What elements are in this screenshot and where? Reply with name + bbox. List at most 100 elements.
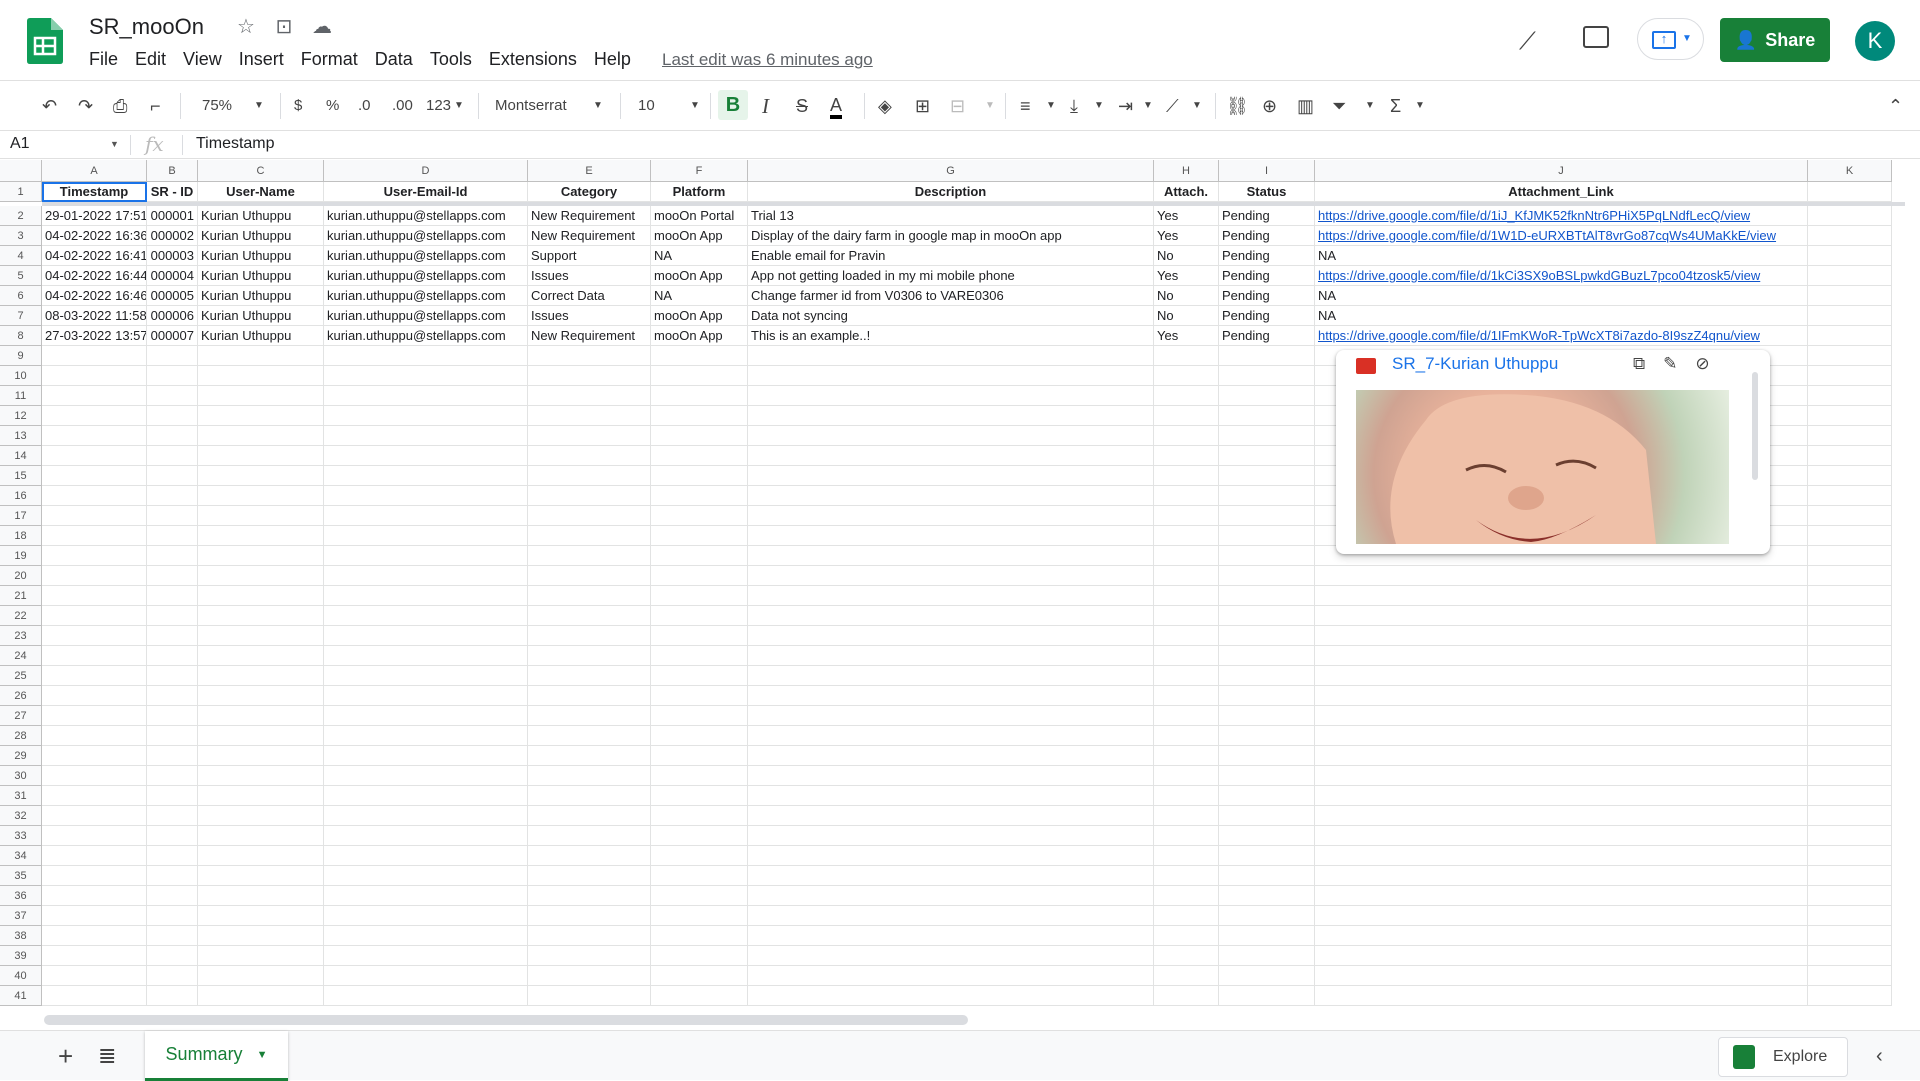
empty-cell[interactable]: [1808, 606, 1892, 626]
empty-cell[interactable]: [198, 666, 324, 686]
empty-cell[interactable]: [1808, 986, 1892, 1006]
empty-cell[interactable]: [198, 766, 324, 786]
empty-cell[interactable]: [1154, 886, 1219, 906]
empty-cell[interactable]: [324, 766, 528, 786]
empty-cell[interactable]: [42, 426, 147, 446]
empty-cell[interactable]: [324, 566, 528, 586]
empty-cell[interactable]: [198, 826, 324, 846]
row-header[interactable]: 15: [0, 466, 42, 486]
empty-cell[interactable]: [528, 606, 651, 626]
insert-chart-icon[interactable]: ▥: [1297, 95, 1314, 117]
empty-cell[interactable]: [147, 846, 198, 866]
merge-cells-icon[interactable]: ⊟: [950, 95, 965, 117]
empty-cell[interactable]: [1154, 506, 1219, 526]
empty-cell[interactable]: [147, 766, 198, 786]
empty-cell[interactable]: [748, 586, 1154, 606]
empty-cell[interactable]: [528, 906, 651, 926]
empty-cell[interactable]: [651, 506, 748, 526]
empty-cell[interactable]: [651, 666, 748, 686]
empty-cell[interactable]: [528, 466, 651, 486]
row-header[interactable]: 29: [0, 746, 42, 766]
empty-cell[interactable]: [198, 986, 324, 1006]
empty-cell[interactable]: [651, 906, 748, 926]
empty-cell[interactable]: [748, 546, 1154, 566]
empty-cell[interactable]: [1219, 646, 1315, 666]
empty-cell[interactable]: [147, 986, 198, 1006]
filter-dropdown-icon[interactable]: ▼: [1365, 95, 1375, 117]
table-cell[interactable]: kurian.uthuppu@stellapps.com: [324, 266, 528, 286]
empty-cell[interactable]: [1219, 346, 1315, 366]
present-dropdown-icon[interactable]: ▼: [1682, 33, 1692, 44]
empty-cell[interactable]: [147, 786, 198, 806]
empty-cell[interactable]: [528, 386, 651, 406]
row-header[interactable]: 26: [0, 686, 42, 706]
row-header[interactable]: 16: [0, 486, 42, 506]
row-header[interactable]: 13: [0, 426, 42, 446]
text-rotation-icon[interactable]: ⟋: [1166, 95, 1179, 117]
empty-cell[interactable]: [1219, 926, 1315, 946]
empty-cell[interactable]: [748, 806, 1154, 826]
empty-cell[interactable]: [198, 926, 324, 946]
row-header[interactable]: 8: [0, 326, 42, 346]
empty-cell[interactable]: [1808, 946, 1892, 966]
empty-cell[interactable]: [147, 906, 198, 926]
empty-cell[interactable]: [748, 506, 1154, 526]
row-header[interactable]: 2: [0, 206, 42, 226]
row-header[interactable]: 36: [0, 886, 42, 906]
empty-cell[interactable]: [748, 986, 1154, 1006]
empty-cell[interactable]: [651, 766, 748, 786]
column-header[interactable]: E: [528, 160, 651, 182]
table-cell[interactable]: Enable email for Pravin: [748, 246, 1154, 266]
empty-cell[interactable]: [1808, 426, 1892, 446]
empty-cell[interactable]: [147, 426, 198, 446]
empty-cell[interactable]: [1154, 746, 1219, 766]
empty-cell[interactable]: [651, 966, 748, 986]
empty-cell[interactable]: [528, 726, 651, 746]
empty-cell[interactable]: [324, 666, 528, 686]
empty-cell[interactable]: [748, 706, 1154, 726]
empty-cell[interactable]: [1219, 526, 1315, 546]
table-cell[interactable]: mooOn App: [651, 266, 748, 286]
empty-cell[interactable]: [1219, 686, 1315, 706]
empty-cell[interactable]: [1219, 486, 1315, 506]
horizontal-align-icon[interactable]: ≡: [1020, 95, 1031, 117]
empty-cell[interactable]: [147, 366, 198, 386]
empty-cell[interactable]: [147, 926, 198, 946]
empty-cell[interactable]: [1219, 806, 1315, 826]
row-header[interactable]: 39: [0, 946, 42, 966]
empty-cell[interactable]: [528, 786, 651, 806]
empty-cell[interactable]: [324, 806, 528, 826]
empty-cell[interactable]: [748, 826, 1154, 846]
table-cell[interactable]: No: [1154, 306, 1219, 326]
empty-cell[interactable]: [324, 406, 528, 426]
empty-cell[interactable]: [651, 366, 748, 386]
share-button[interactable]: 👤 Share: [1720, 18, 1830, 62]
empty-cell[interactable]: [1154, 386, 1219, 406]
empty-cell[interactable]: [198, 886, 324, 906]
empty-cell[interactable]: [651, 486, 748, 506]
empty-cell[interactable]: [324, 726, 528, 746]
empty-cell[interactable]: [42, 966, 147, 986]
row-header[interactable]: 17: [0, 506, 42, 526]
empty-cell[interactable]: [1808, 446, 1892, 466]
empty-cell[interactable]: [198, 486, 324, 506]
empty-cell[interactable]: [528, 646, 651, 666]
empty-cell[interactable]: [1154, 646, 1219, 666]
table-cell[interactable]: https://drive.google.com/file/d/1IFmKWoR…: [1315, 326, 1808, 346]
empty-cell[interactable]: [147, 346, 198, 366]
wrap-dropdown-icon[interactable]: ▼: [1143, 95, 1153, 117]
empty-cell[interactable]: [198, 386, 324, 406]
empty-cell[interactable]: [1315, 686, 1808, 706]
empty-cell[interactable]: [1808, 886, 1892, 906]
empty-cell[interactable]: [1219, 606, 1315, 626]
empty-cell[interactable]: [1315, 766, 1808, 786]
table-cell[interactable]: 000001: [147, 206, 198, 226]
formula-input[interactable]: Timestamp: [196, 135, 275, 153]
empty-cell[interactable]: [651, 586, 748, 606]
table-cell[interactable]: New Requirement: [528, 326, 651, 346]
empty-cell[interactable]: [1154, 826, 1219, 846]
font-family-select[interactable]: Montserrat: [495, 95, 567, 117]
column-header[interactable]: D: [324, 160, 528, 182]
empty-cell[interactable]: [1219, 506, 1315, 526]
table-cell[interactable]: Pending: [1219, 206, 1315, 226]
